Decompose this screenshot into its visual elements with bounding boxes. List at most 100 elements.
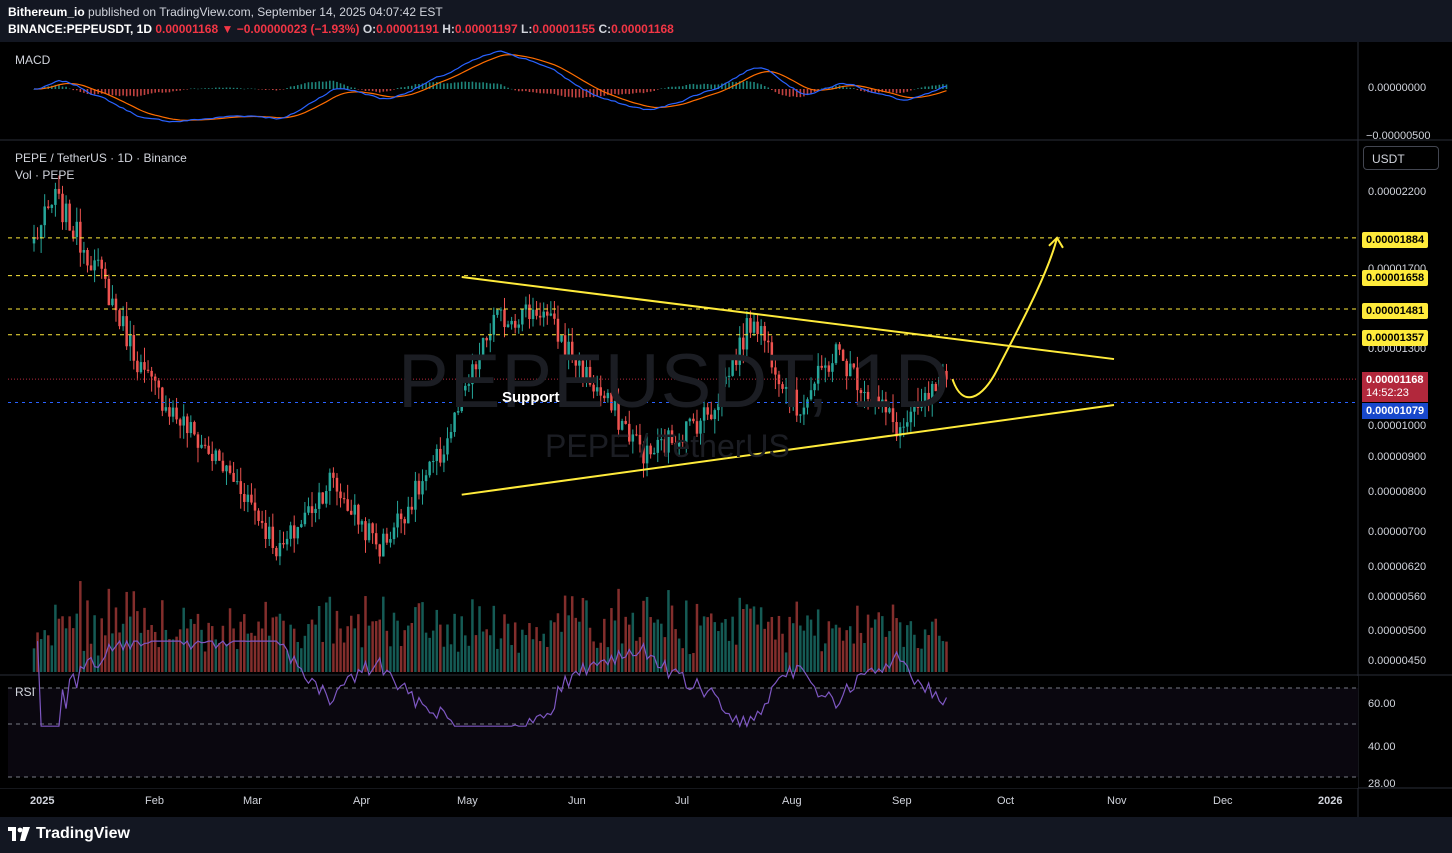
blue-level-tag[interactable]: 0.00001079 bbox=[1362, 403, 1429, 419]
volume-bar bbox=[909, 621, 913, 672]
candle-body bbox=[136, 360, 139, 373]
macd-histogram-bar bbox=[664, 88, 666, 89]
level-tag[interactable]: 0.00001884 bbox=[1362, 232, 1429, 248]
candle-body bbox=[75, 221, 79, 238]
candle-body bbox=[549, 313, 553, 316]
candle-body bbox=[360, 521, 364, 525]
volume-bar bbox=[824, 643, 827, 672]
volume-bar bbox=[431, 630, 435, 672]
publisher-name[interactable]: Bithereum_io bbox=[8, 5, 85, 19]
macd-histogram-bar bbox=[931, 85, 934, 89]
candle-body bbox=[303, 512, 307, 525]
macd-histogram-bar bbox=[557, 89, 559, 96]
volume-bar bbox=[920, 648, 923, 672]
macd-histogram-bar bbox=[632, 89, 634, 94]
volume-bar bbox=[528, 623, 531, 672]
volume-bar bbox=[218, 643, 221, 672]
candle-body bbox=[756, 321, 759, 335]
candle-body bbox=[196, 434, 200, 448]
macd-histogram-bar bbox=[136, 89, 139, 97]
macd-histogram-bar bbox=[656, 89, 659, 90]
candle-body bbox=[50, 204, 54, 208]
macd-label[interactable]: MACD bbox=[15, 53, 50, 67]
volume-bar bbox=[709, 613, 713, 672]
volume-bar bbox=[367, 625, 371, 672]
macd-histogram-bar bbox=[72, 89, 75, 91]
candle-body bbox=[93, 260, 96, 271]
level-tag[interactable]: 0.00001481 bbox=[1362, 303, 1429, 319]
volume-bar bbox=[898, 622, 902, 672]
candle-body bbox=[68, 203, 71, 231]
open-label: O: bbox=[362, 22, 377, 36]
macd-histogram-bar bbox=[307, 82, 310, 89]
candle-body bbox=[292, 525, 296, 539]
volume-bar bbox=[802, 630, 806, 672]
level-tag[interactable]: 0.00001658 bbox=[1362, 270, 1429, 286]
volume-bar bbox=[456, 651, 460, 672]
volume-bar bbox=[777, 615, 781, 672]
candle-body bbox=[61, 193, 64, 223]
volume-bar bbox=[681, 648, 684, 672]
volume-bar bbox=[685, 600, 688, 672]
macd-histogram-bar bbox=[934, 85, 937, 89]
price-y-label: 0.00000560 bbox=[1368, 591, 1427, 603]
candle-body bbox=[364, 521, 367, 541]
macd-histogram-bar bbox=[617, 89, 620, 95]
macd-histogram-bar bbox=[382, 89, 385, 92]
macd-histogram-bar bbox=[610, 89, 613, 95]
volume-bar bbox=[852, 643, 856, 672]
rsi-y-label: 60.00 bbox=[1368, 698, 1396, 710]
projection-arrow bbox=[951, 237, 1058, 399]
macd-histogram-bar bbox=[564, 89, 566, 97]
volume-bar bbox=[153, 631, 157, 672]
macd-histogram-bar bbox=[400, 87, 402, 89]
symbol-name[interactable]: BINANCE:PEPEUSDT, 1D bbox=[8, 22, 152, 36]
volume-bar bbox=[250, 632, 253, 672]
macd-histogram-bar bbox=[920, 87, 923, 89]
volume-label[interactable]: Vol · PEPE bbox=[15, 168, 74, 182]
macd-histogram-bar bbox=[560, 89, 563, 96]
volume-bar bbox=[816, 609, 820, 672]
macd-histogram-bar bbox=[186, 89, 189, 90]
volume-bar bbox=[478, 606, 481, 672]
volume-bar bbox=[203, 651, 207, 672]
candle-body bbox=[335, 477, 339, 492]
symbol-ohlc-line: BINANCE:PEPEUSDT, 1D 0.00001168 ▼ −0.000… bbox=[8, 22, 674, 36]
candle-body bbox=[531, 309, 535, 320]
price-y-label: 0.00000900 bbox=[1368, 451, 1427, 463]
macd-histogram-bar bbox=[129, 89, 132, 96]
volume-bar bbox=[581, 597, 585, 672]
candle-body bbox=[314, 508, 317, 514]
currency-button[interactable]: USDT bbox=[1363, 146, 1439, 170]
candle-body bbox=[492, 314, 496, 335]
volume-bar bbox=[243, 614, 246, 672]
macd-histogram-bar bbox=[468, 81, 470, 89]
rsi-label[interactable]: RSI bbox=[15, 685, 35, 699]
candle-body bbox=[275, 547, 278, 557]
tradingview-logo[interactable]: TradingView bbox=[8, 825, 130, 843]
main-pane-title[interactable]: PEPE / TetherUS · 1D · Binance bbox=[15, 151, 187, 165]
candle-body bbox=[417, 480, 421, 495]
macd-histogram-bar bbox=[122, 89, 124, 96]
volume-bar bbox=[784, 652, 788, 672]
macd-histogram-bar bbox=[760, 84, 762, 89]
candle-body bbox=[150, 370, 153, 377]
volume-bar bbox=[278, 613, 282, 672]
volume-bar bbox=[731, 616, 734, 672]
candle-body bbox=[289, 525, 292, 539]
macd-histogram-bar bbox=[628, 89, 631, 95]
macd-histogram-bar bbox=[193, 88, 196, 89]
volume-bar bbox=[32, 648, 36, 672]
candle-body bbox=[392, 527, 396, 540]
macd-histogram-bar bbox=[735, 82, 737, 89]
volume-bar bbox=[171, 639, 175, 672]
macd-histogram-bar bbox=[143, 89, 146, 96]
macd-histogram-bar bbox=[79, 89, 82, 92]
level-tag[interactable]: 0.00001357 bbox=[1362, 330, 1429, 346]
volume-bar bbox=[382, 596, 385, 672]
macd-histogram-bar bbox=[140, 89, 142, 96]
candle-body bbox=[349, 510, 353, 515]
macd-histogram-bar bbox=[771, 89, 773, 91]
volume-bar bbox=[738, 597, 741, 672]
macd-histogram-bar bbox=[639, 89, 641, 93]
